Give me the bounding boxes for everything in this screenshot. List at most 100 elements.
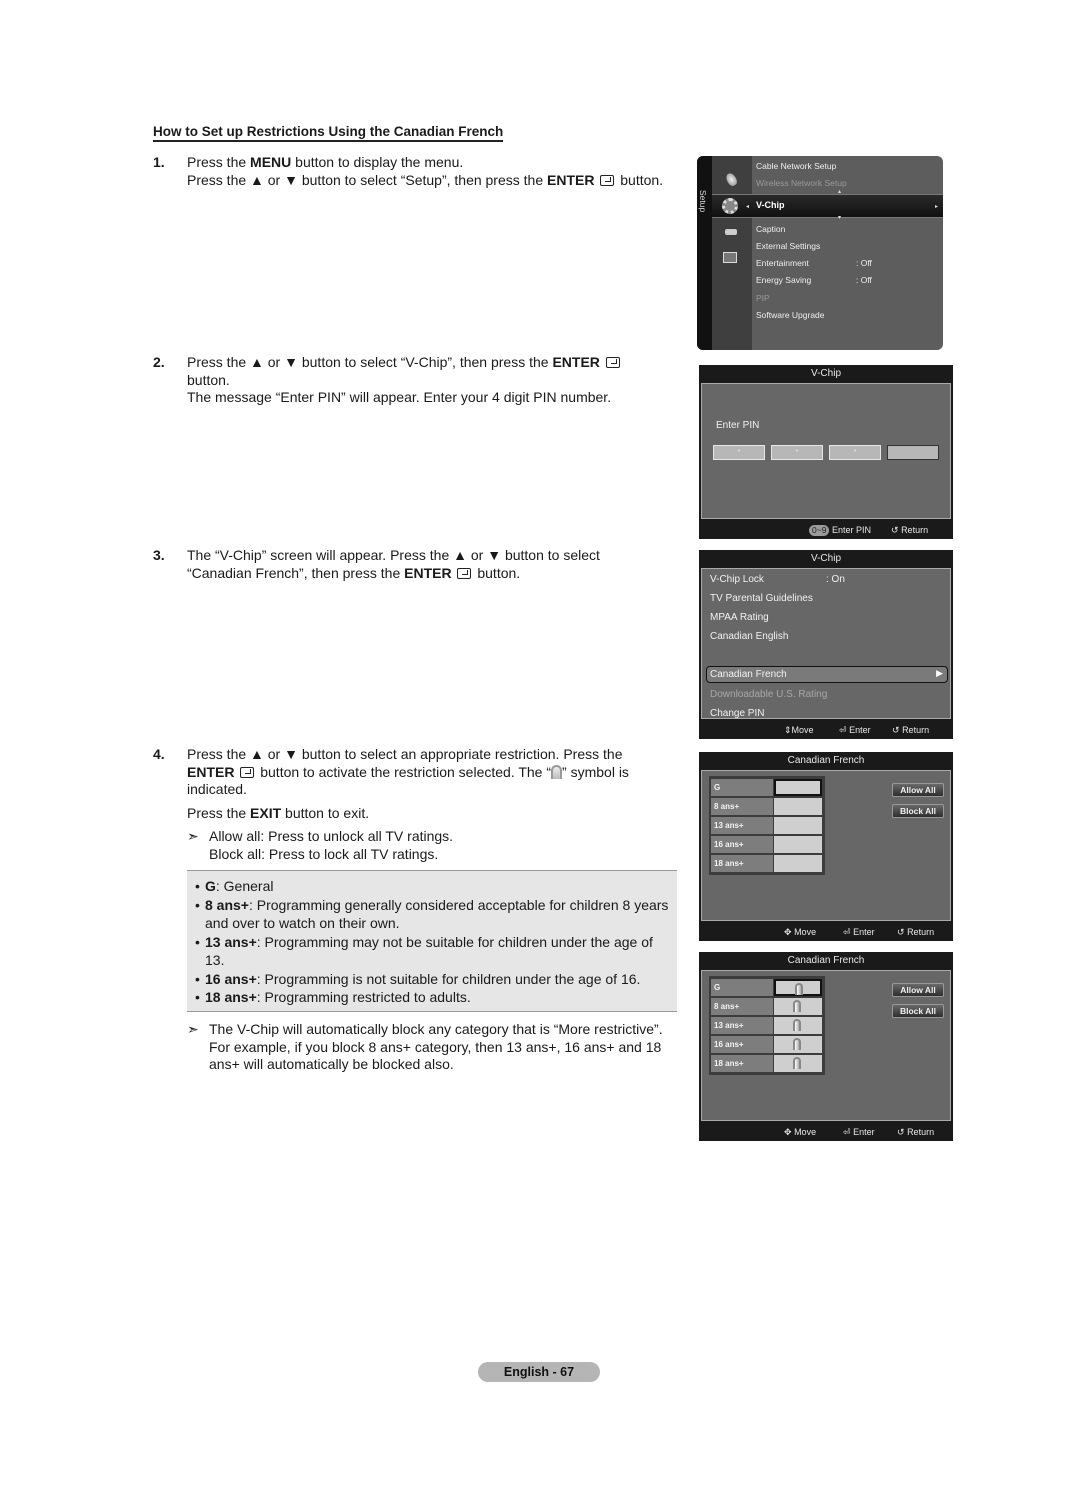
rating-lock-cell[interactable] — [774, 979, 822, 996]
return-hint[interactable]: ↺ Return — [897, 923, 934, 941]
enter-icon: ⏎ — [843, 1127, 851, 1137]
auto-block-note: ➣ The V-Chip will automatically block an… — [187, 1021, 687, 1074]
rating-row[interactable]: 8 ans+ — [711, 797, 823, 816]
rating-desc: : Programming generally considered accep… — [205, 896, 669, 932]
menu-item-energy-saving[interactable]: Energy Saving — [756, 275, 811, 285]
menu-item-pip[interactable]: PIP — [756, 293, 770, 303]
allow-all-button[interactable]: Allow All — [892, 783, 944, 797]
bullet: • — [195, 970, 200, 987]
block-all-button[interactable]: Block All — [892, 1004, 944, 1018]
menu-item-entertainment[interactable]: Entertainment — [756, 258, 809, 268]
rating-row[interactable]: 18 ans+ — [711, 854, 823, 873]
rating-row[interactable]: 16 ans+ — [711, 835, 823, 854]
vchip-item-canadian-french[interactable]: Canadian French — [710, 669, 787, 680]
pin-digit-1[interactable]: * — [713, 445, 765, 460]
pin-digit-2[interactable]: * — [771, 445, 823, 460]
vchip-item-canadian-english[interactable]: Canadian English — [710, 631, 788, 642]
menu-item-external-settings[interactable]: External Settings — [756, 241, 820, 251]
rating-lock-cell[interactable] — [774, 1017, 822, 1034]
up-arrow-icon: ▴ — [838, 189, 842, 195]
move-updown-icon: ⇕ — [784, 725, 792, 735]
return-icon: ↺ — [897, 927, 905, 937]
section-heading: How to Set up Restrictions Using the Can… — [153, 124, 504, 142]
arrow-right-icon: ▶ — [936, 668, 943, 678]
rating-row[interactable]: 13 ans+ — [711, 1016, 823, 1035]
menu-item-cable-network-setup[interactable]: Cable Network Setup — [756, 161, 836, 171]
hint-text: Move — [794, 1127, 817, 1137]
rating-row[interactable]: G — [711, 778, 823, 797]
input-plug-icon — [725, 229, 737, 235]
dialog-title: Canadian French — [787, 755, 865, 766]
menu-item-software-upgrade[interactable]: Software Upgrade — [756, 310, 825, 320]
rating-label: 16 ans+ — [711, 836, 773, 853]
rating-row[interactable]: 8 ans+ — [711, 997, 823, 1016]
vchip-item-tv-parental-guidelines[interactable]: TV Parental Guidelines — [710, 593, 813, 604]
note-line: Allow all: Press to unlock all TV rating… — [209, 828, 454, 844]
move-hint: ✥ Move — [784, 923, 816, 941]
dialog-body: Enter PIN * * * — [701, 383, 951, 519]
text: Press the ▲ or ▼ button to select “Setup… — [187, 171, 548, 188]
rating-row[interactable]: G — [711, 978, 823, 997]
menu-item-v-chip[interactable]: V-Chip — [756, 200, 785, 210]
text: Press the ▲ or ▼ button to select “V-Chi… — [187, 354, 553, 370]
rating-desc: : Programming is not suitable for childr… — [256, 970, 641, 987]
rating-code: 8 ans+ — [205, 896, 249, 913]
text: button to display the menu. — [291, 154, 464, 170]
lock-icon — [793, 1019, 801, 1031]
hint-text: Move — [791, 725, 814, 735]
return-hint[interactable]: ↺ Return — [892, 721, 929, 739]
rating-grid: G 8 ans+ 13 ans+ 16 ans+ 18 ans+ — [709, 976, 825, 1075]
rating-row[interactable]: 13 ans+ — [711, 816, 823, 835]
rating-lock-cell[interactable] — [774, 798, 822, 815]
hint-text: Enter PIN — [831, 525, 871, 535]
menu-item-caption[interactable]: Caption — [756, 224, 785, 234]
text: The “V-Chip” screen will appear. Press t… — [187, 547, 600, 581]
rating-lock-cell[interactable] — [774, 1055, 822, 1072]
step-number: 2. — [153, 354, 165, 370]
vchip-item-change-pin[interactable]: Change PIN — [710, 708, 764, 719]
rating-lock-cell[interactable] — [774, 779, 822, 796]
rating-label: 8 ans+ — [711, 798, 773, 815]
return-icon: ↺ — [891, 525, 899, 535]
rating-lock-cell[interactable] — [774, 855, 822, 872]
return-hint[interactable]: ↺ Return — [897, 1123, 934, 1141]
pin-digit-4[interactable] — [887, 445, 939, 460]
rating-item: • 18 ans+: Programming restricted to adul… — [195, 988, 669, 1007]
dialog-body: ▶ V-Chip Lock : On TV Parental Guideline… — [701, 568, 951, 719]
return-icon: ↺ — [892, 725, 900, 735]
return-hint[interactable]: ↺ Return — [891, 521, 928, 539]
rating-lock-cell[interactable] — [774, 998, 822, 1015]
hint-text: Return — [902, 725, 930, 735]
enter-hint: ⏎ Enter — [843, 923, 875, 941]
rating-row[interactable]: 16 ans+ — [711, 1035, 823, 1054]
page-number: English - 67 — [478, 1362, 600, 1382]
menu-key-label: MENU — [250, 154, 292, 170]
allow-all-button[interactable]: Allow All — [892, 983, 944, 997]
enter-key-label: ENTER — [187, 763, 235, 780]
canadian-french-screen-unlocked: Canadian French G 8 ans+ 13 ans+ 16 ans+… — [699, 752, 953, 941]
menu-item-wireless-network-setup[interactable]: Wireless Network Setup — [756, 178, 847, 188]
rating-lock-cell[interactable] — [774, 836, 822, 853]
enter-hint: ⏎ Enter — [839, 721, 871, 739]
rating-label: 18 ans+ — [711, 1055, 773, 1072]
rating-item: • 8 ans+: Programming generally considere… — [195, 896, 669, 933]
vchip-item-mpaa-rating[interactable]: MPAA Rating — [710, 612, 769, 623]
lock-icon — [793, 1000, 801, 1012]
enter-key-label: ENTER — [552, 354, 600, 370]
block-all-button[interactable]: Block All — [892, 804, 944, 818]
rating-row[interactable]: 18 ans+ — [711, 1054, 823, 1073]
rating-lock-cell[interactable] — [774, 817, 822, 834]
allow-block-note: ➣ Allow all: Press to unlock all TV rati… — [187, 828, 673, 863]
text: button to activate the restriction selec… — [256, 763, 552, 780]
move-hint: ✥ Move — [784, 1123, 816, 1141]
rating-lock-cell[interactable] — [774, 1036, 822, 1053]
lock-icon — [551, 764, 563, 779]
pin-digit-3[interactable]: * — [829, 445, 881, 460]
canadian-french-screen-locked: Canadian French G 8 ans+ 13 ans+ 16 ans+… — [699, 952, 953, 1141]
enter-key-label: ENTER — [404, 564, 452, 581]
vchip-item-downloadable-us-rating[interactable]: Downloadable U.S. Rating — [710, 689, 827, 700]
vchip-item-lock[interactable]: V-Chip Lock — [710, 574, 764, 585]
rating-label: 8 ans+ — [711, 998, 773, 1015]
note-arrow-icon: ➣ — [187, 828, 199, 844]
lock-icon — [793, 1038, 801, 1050]
